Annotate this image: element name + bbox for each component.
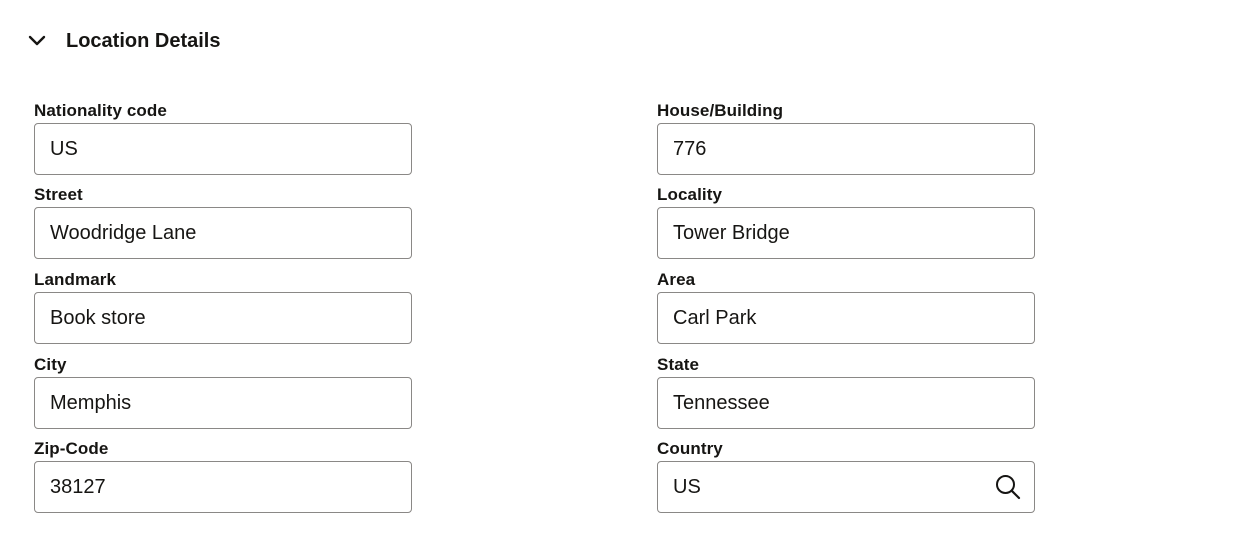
house-building-label: House/Building bbox=[657, 101, 784, 120]
locality-input[interactable] bbox=[658, 208, 1034, 258]
house-building-input[interactable] bbox=[658, 124, 1034, 174]
chevron-down-icon[interactable] bbox=[24, 28, 50, 54]
locality-box bbox=[657, 207, 1035, 259]
nationality-code-box bbox=[34, 123, 412, 175]
section-toggle[interactable]: Location Details bbox=[24, 26, 220, 56]
state-box bbox=[657, 377, 1035, 429]
country-label: Country bbox=[657, 439, 723, 458]
area-box bbox=[657, 292, 1035, 344]
country-box bbox=[657, 461, 1035, 513]
zip-code-input[interactable] bbox=[35, 462, 411, 512]
search-icon[interactable] bbox=[994, 473, 1022, 501]
city-input[interactable] bbox=[35, 378, 411, 428]
zip-code-box bbox=[34, 461, 412, 513]
state-input[interactable] bbox=[658, 378, 1034, 428]
area-input[interactable] bbox=[658, 293, 1034, 343]
city-box bbox=[34, 377, 412, 429]
city-label: City bbox=[34, 355, 67, 374]
landmark-label: Landmark bbox=[34, 270, 117, 289]
section-title: Location Details bbox=[66, 29, 221, 52]
country-input[interactable] bbox=[658, 462, 1034, 512]
nationality-code-label: Nationality code bbox=[34, 101, 167, 120]
area-label: Area bbox=[657, 270, 696, 289]
street-input[interactable] bbox=[35, 208, 411, 258]
state-label: State bbox=[657, 355, 700, 374]
house-building-box bbox=[657, 123, 1035, 175]
zip-code-label: Zip-Code bbox=[34, 439, 109, 458]
locality-label: Locality bbox=[657, 185, 723, 204]
landmark-input[interactable] bbox=[35, 293, 411, 343]
street-box bbox=[34, 207, 412, 259]
landmark-box bbox=[34, 292, 412, 344]
street-label: Street bbox=[34, 185, 83, 204]
nationality-code-input[interactable] bbox=[35, 124, 411, 174]
